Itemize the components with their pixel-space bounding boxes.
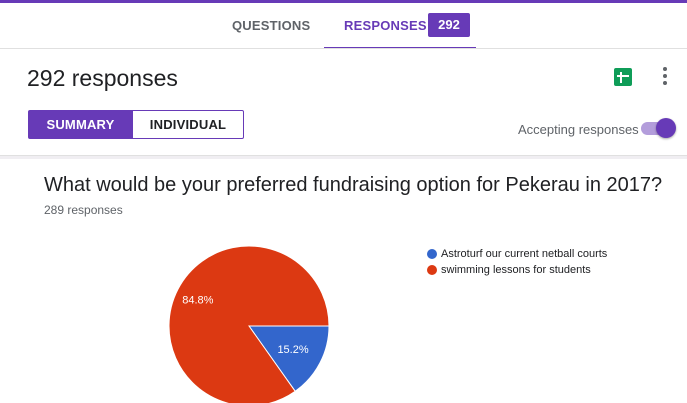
pie-label-astroturf: 15.2% (277, 344, 308, 356)
accepting-responses-label: Accepting responses (518, 122, 639, 137)
page: QUESTIONS RESPONSES 292 292 responses SU… (0, 0, 687, 403)
tab-questions[interactable]: QUESTIONS (232, 18, 310, 33)
legend-label: swimming lessons for students (441, 264, 591, 276)
responses-header: 292 responses SUMMARY INDIVIDUAL Accepti… (0, 48, 687, 156)
pie-label-swimming: 84.8% (182, 295, 213, 307)
toggle-knob[interactable] (656, 118, 676, 138)
page-title: 292 responses (27, 65, 178, 91)
summary-button[interactable]: SUMMARY (28, 110, 133, 139)
legend-swatch (427, 265, 437, 275)
individual-button[interactable]: INDIVIDUAL (133, 110, 244, 139)
legend-swatch (427, 249, 437, 259)
pie-chart: 15.2% 84.8% (168, 245, 330, 403)
google-sheets-icon[interactable] (614, 68, 632, 86)
legend-label: Astroturf our current netball courts (441, 248, 608, 260)
tab-bar: QUESTIONS RESPONSES 292 (0, 0, 687, 50)
tab-responses[interactable]: RESPONSES (344, 18, 427, 33)
responses-count-badge: 292 (428, 13, 470, 37)
more-vertical-icon[interactable] (662, 67, 668, 87)
question-summary-card: What would be your preferred fundraising… (0, 159, 687, 403)
